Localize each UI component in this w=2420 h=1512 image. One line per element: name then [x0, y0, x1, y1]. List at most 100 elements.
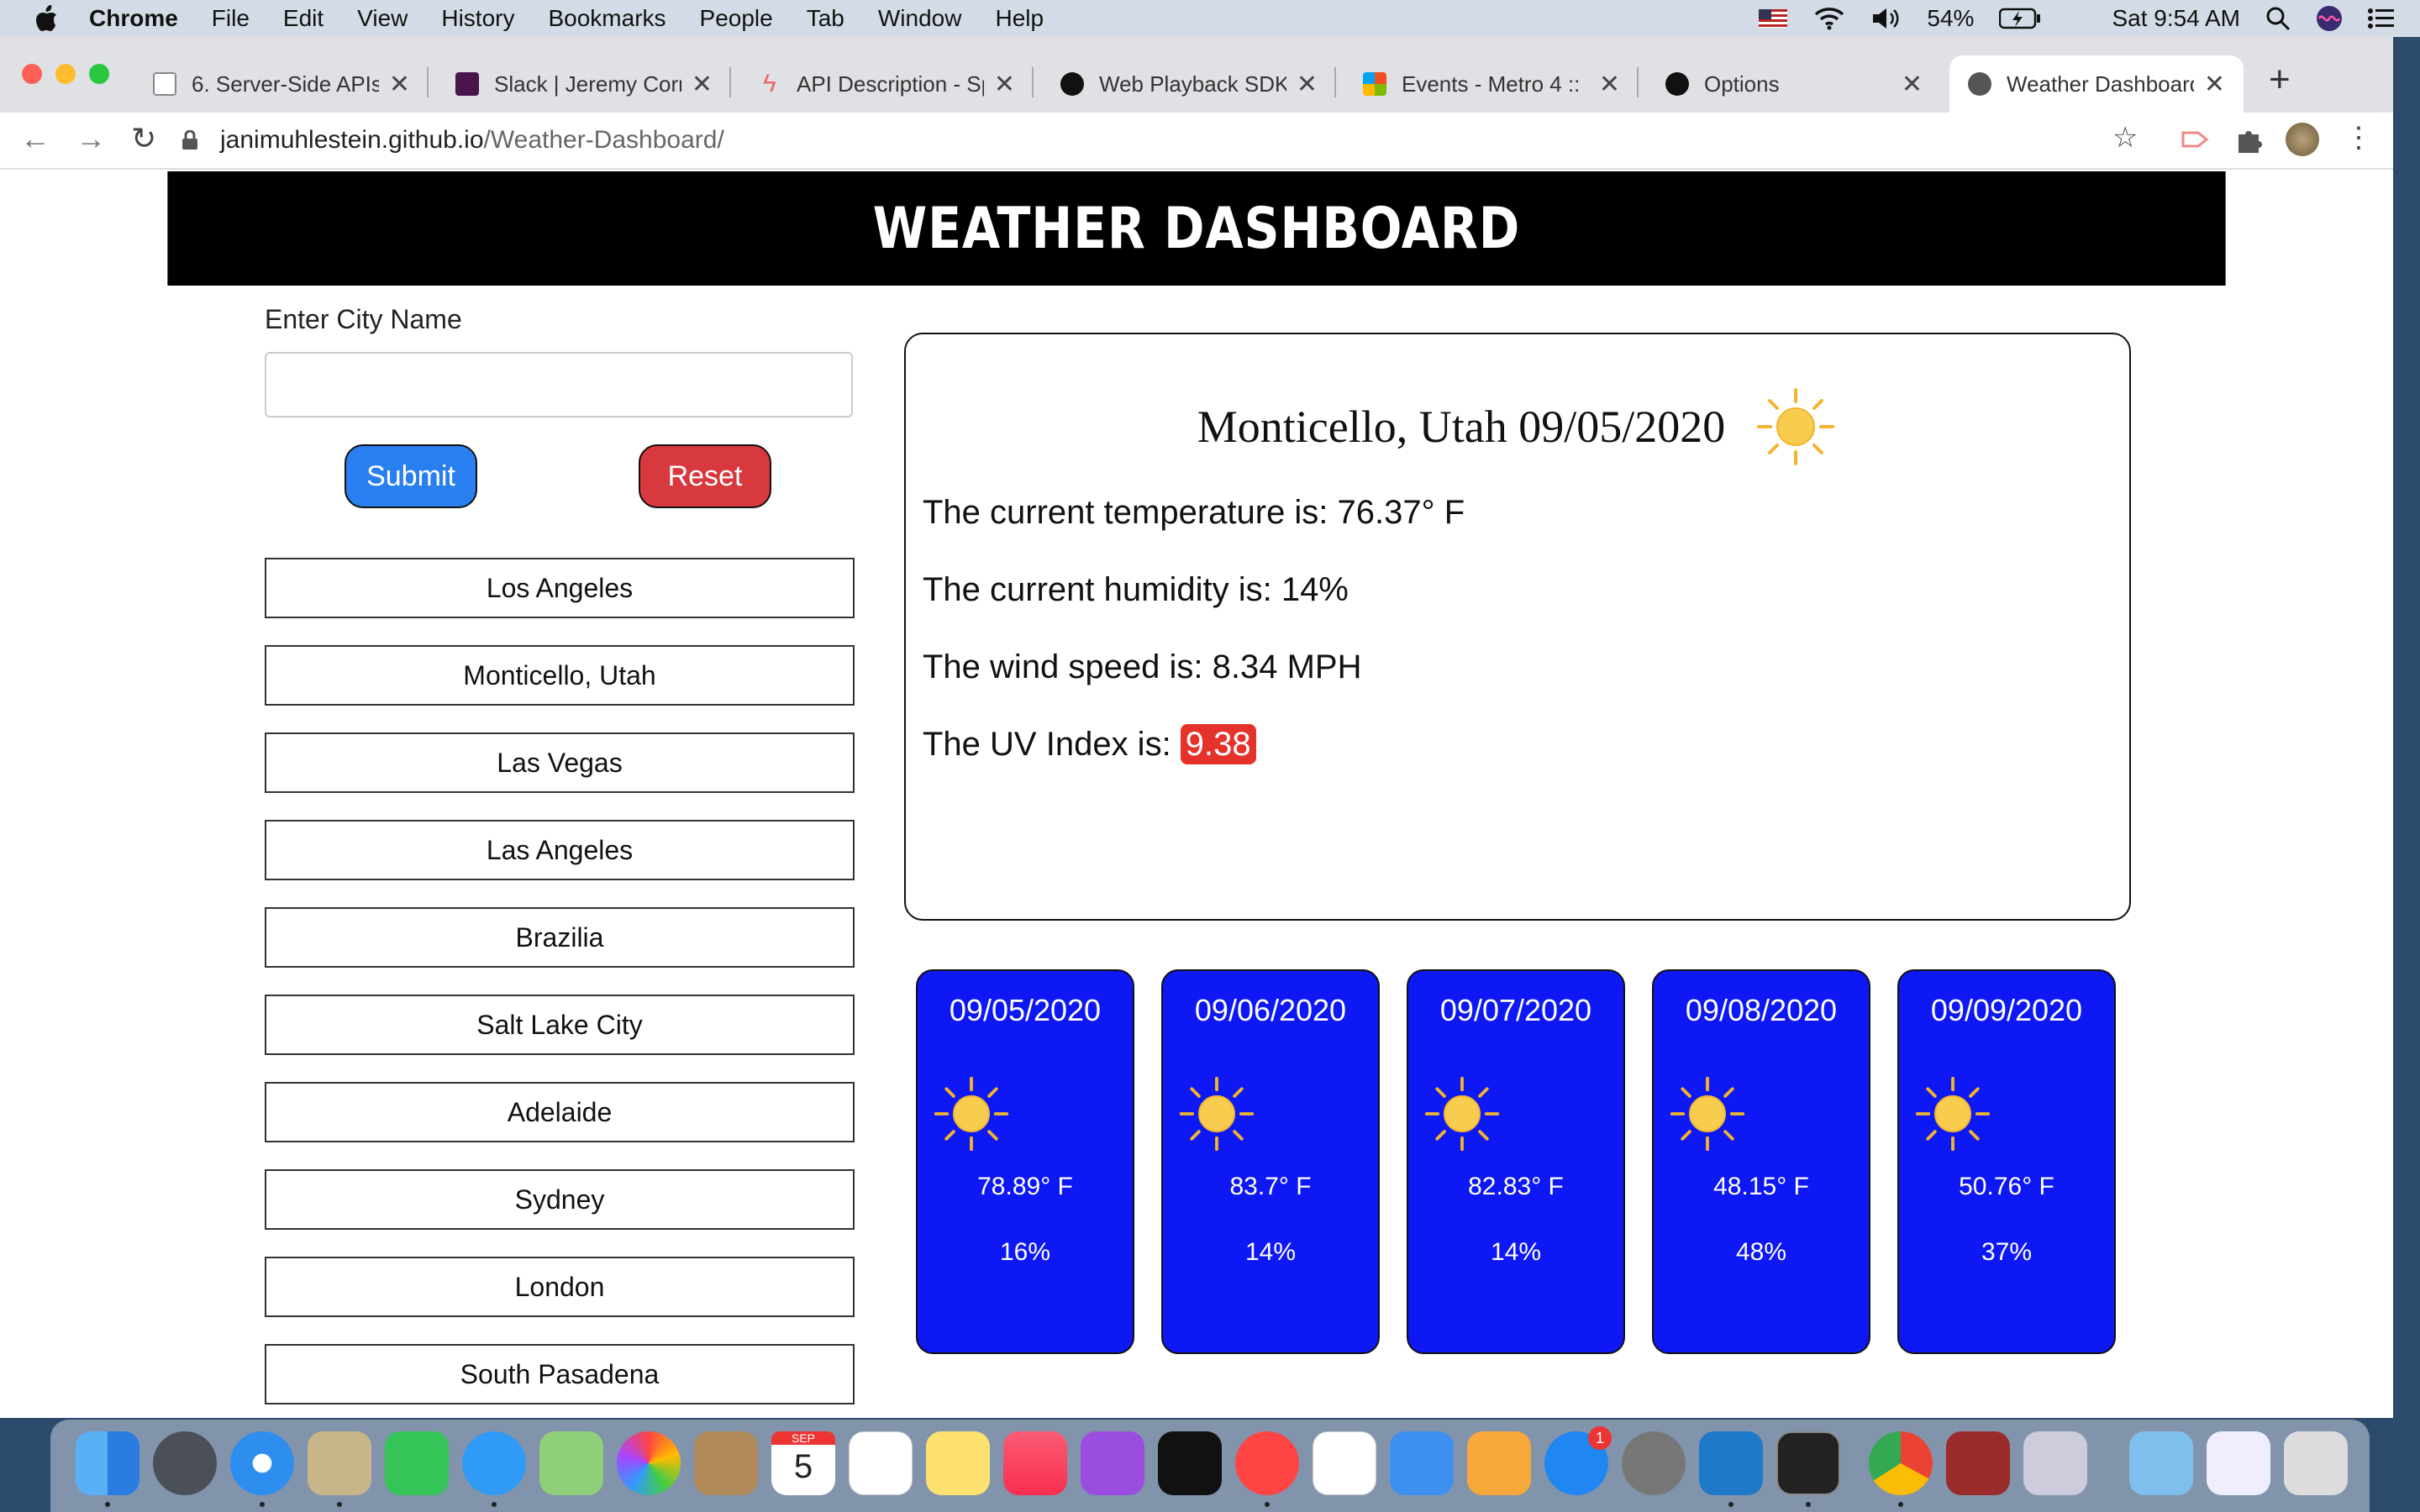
extension-cast-icon[interactable]	[2178, 123, 2212, 156]
dictionary-icon[interactable]	[1946, 1431, 2010, 1495]
vs-code-icon[interactable]	[1699, 1431, 1763, 1495]
menu-view[interactable]: View	[357, 5, 408, 32]
history-city-button[interactable]: Adelaide	[265, 1082, 855, 1142]
tab-events-metro[interactable]: Events - Metro 4 :: ✕	[1344, 55, 1639, 113]
new-tab-button[interactable]: +	[2269, 59, 2291, 101]
history-city-button[interactable]: London	[265, 1257, 855, 1317]
tab-title: Slack | Jeremy Corn	[494, 71, 681, 97]
contacts-icon[interactable]	[694, 1431, 758, 1495]
music-icon[interactable]	[1003, 1431, 1067, 1495]
lock-icon[interactable]	[182, 130, 198, 150]
history-city-button[interactable]: Monticello, Utah	[265, 645, 855, 706]
menu-history[interactable]: History	[441, 5, 514, 32]
siri-icon[interactable]	[2316, 5, 2343, 32]
tab-title: API Description - Sp	[797, 71, 984, 97]
calendar-icon[interactable]: SEP 5	[771, 1431, 835, 1495]
launchpad-icon[interactable]	[153, 1431, 217, 1495]
history-city-button[interactable]: Las Vegas	[265, 732, 855, 793]
city-input-label: Enter City Name	[265, 304, 462, 334]
finder-icon[interactable]	[76, 1431, 139, 1495]
trash-icon[interactable]	[2284, 1431, 2348, 1495]
reset-button[interactable]: Reset	[639, 444, 771, 508]
facetime-icon[interactable]	[385, 1431, 449, 1495]
forecast-temperature: 50.76° F	[1959, 1173, 2054, 1200]
extensions-puzzle-icon[interactable]	[2232, 123, 2265, 156]
close-tab-icon[interactable]: ✕	[692, 70, 713, 99]
close-tab-icon[interactable]: ✕	[389, 70, 410, 99]
close-window-button[interactable]	[22, 64, 42, 84]
preview-icon[interactable]	[2023, 1431, 2087, 1495]
tab-web-playback-sdk[interactable]: Web Playback SDK ✕	[1042, 55, 1336, 113]
history-city-button[interactable]: Sydney	[265, 1169, 855, 1230]
pages-icon[interactable]	[1467, 1431, 1531, 1495]
reload-icon[interactable]: ↻	[131, 121, 156, 156]
browser-window: 6. Server-Side APIs ✕ Slack | Jeremy Cor…	[0, 37, 2393, 1418]
profile-avatar[interactable]	[2286, 123, 2319, 156]
close-tab-icon[interactable]: ✕	[1902, 70, 1923, 99]
apple-icon[interactable]	[34, 4, 59, 33]
metro-icon	[1363, 72, 1386, 96]
close-tab-icon[interactable]: ✕	[2204, 70, 2225, 99]
search-history-list: Los Angeles Monticello, Utah Las Vegas L…	[265, 558, 855, 1418]
tab-slack[interactable]: Slack | Jeremy Corn ✕	[437, 55, 731, 113]
history-city-button[interactable]: South Pasadena	[265, 1344, 855, 1404]
menu-file[interactable]: File	[212, 5, 250, 32]
news-icon[interactable]	[1235, 1431, 1299, 1495]
safari-icon[interactable]	[230, 1431, 294, 1495]
history-city-button[interactable]: Salt Lake City	[265, 995, 855, 1055]
bookmark-star-icon[interactable]: ☆	[2112, 121, 2138, 155]
screenshots-stack-icon[interactable]	[2207, 1431, 2270, 1495]
folder-icon[interactable]	[2129, 1431, 2193, 1495]
uv-index-badge: 9.38	[1180, 724, 1256, 764]
terminal-icon[interactable]	[1776, 1431, 1840, 1495]
menu-edit[interactable]: Edit	[283, 5, 324, 32]
reminders-icon[interactable]	[849, 1431, 913, 1495]
github-icon	[1665, 72, 1689, 96]
menu-people[interactable]: People	[700, 5, 773, 32]
zoom-window-button[interactable]	[89, 64, 109, 84]
menu-tab[interactable]: Tab	[807, 5, 844, 32]
numbers-icon[interactable]	[1313, 1431, 1376, 1495]
menu-clock[interactable]: Sat 9:54 AM	[2112, 5, 2240, 32]
close-tab-icon[interactable]: ✕	[994, 70, 1015, 99]
notification-center-icon[interactable]	[2368, 8, 2395, 29]
close-tab-icon[interactable]: ✕	[1599, 70, 1620, 99]
minimize-window-button[interactable]	[55, 64, 76, 84]
menu-window[interactable]: Window	[878, 5, 962, 32]
menu-help[interactable]: Help	[995, 5, 1044, 32]
podcasts-icon[interactable]	[1081, 1431, 1144, 1495]
submit-button[interactable]: Submit	[345, 444, 477, 508]
history-city-button[interactable]: Brazilia	[265, 907, 855, 968]
forecast-card: 09/06/2020 83.7° F 14%	[1161, 969, 1380, 1354]
chrome-icon[interactable]	[1869, 1431, 1933, 1495]
battery-icon[interactable]	[1999, 8, 2041, 29]
address-bar[interactable]: janimuhlestein.github.io /Weather-Dashbo…	[182, 116, 2156, 165]
tab-server-side-apis[interactable]: 6. Server-Side APIs ✕	[134, 55, 429, 113]
system-preferences-icon[interactable]	[1622, 1431, 1686, 1495]
tab-weather-dashboard[interactable]: Weather Dashboard ✕	[1949, 55, 2244, 113]
maps-icon[interactable]	[539, 1431, 603, 1495]
keynote-icon[interactable]	[1390, 1431, 1454, 1495]
city-search-input[interactable]	[265, 352, 853, 417]
close-tab-icon[interactable]: ✕	[1297, 70, 1318, 99]
history-city-button[interactable]: Los Angeles	[265, 558, 855, 618]
notes-icon[interactable]	[926, 1431, 990, 1495]
apple-tv-icon[interactable]	[1158, 1431, 1222, 1495]
tab-options[interactable]: Options ✕	[1647, 55, 1941, 113]
history-city-button[interactable]: Las Angeles	[265, 820, 855, 880]
wifi-icon[interactable]	[1812, 6, 1846, 31]
tab-api-description[interactable]: ϟ API Description - Sp ✕	[739, 55, 1034, 113]
spotlight-search-icon[interactable]	[2265, 6, 2291, 31]
back-arrow-icon[interactable]: ←	[20, 121, 50, 156]
tab-title: Weather Dashboard	[2007, 71, 2194, 97]
messages-icon[interactable]	[462, 1431, 526, 1495]
menu-app-name[interactable]: Chrome	[89, 5, 178, 32]
photos-icon[interactable]	[617, 1431, 681, 1495]
battery-percent: 54%	[1927, 5, 1975, 31]
volume-icon[interactable]	[1871, 7, 1902, 30]
mail-stamp-icon[interactable]	[308, 1431, 371, 1495]
chrome-menu-icon[interactable]: ⋮	[2344, 121, 2373, 155]
input-source-flag-icon[interactable]	[1759, 9, 1788, 28]
menu-bookmarks[interactable]: Bookmarks	[548, 5, 666, 32]
forward-arrow-icon[interactable]: →	[76, 121, 106, 156]
